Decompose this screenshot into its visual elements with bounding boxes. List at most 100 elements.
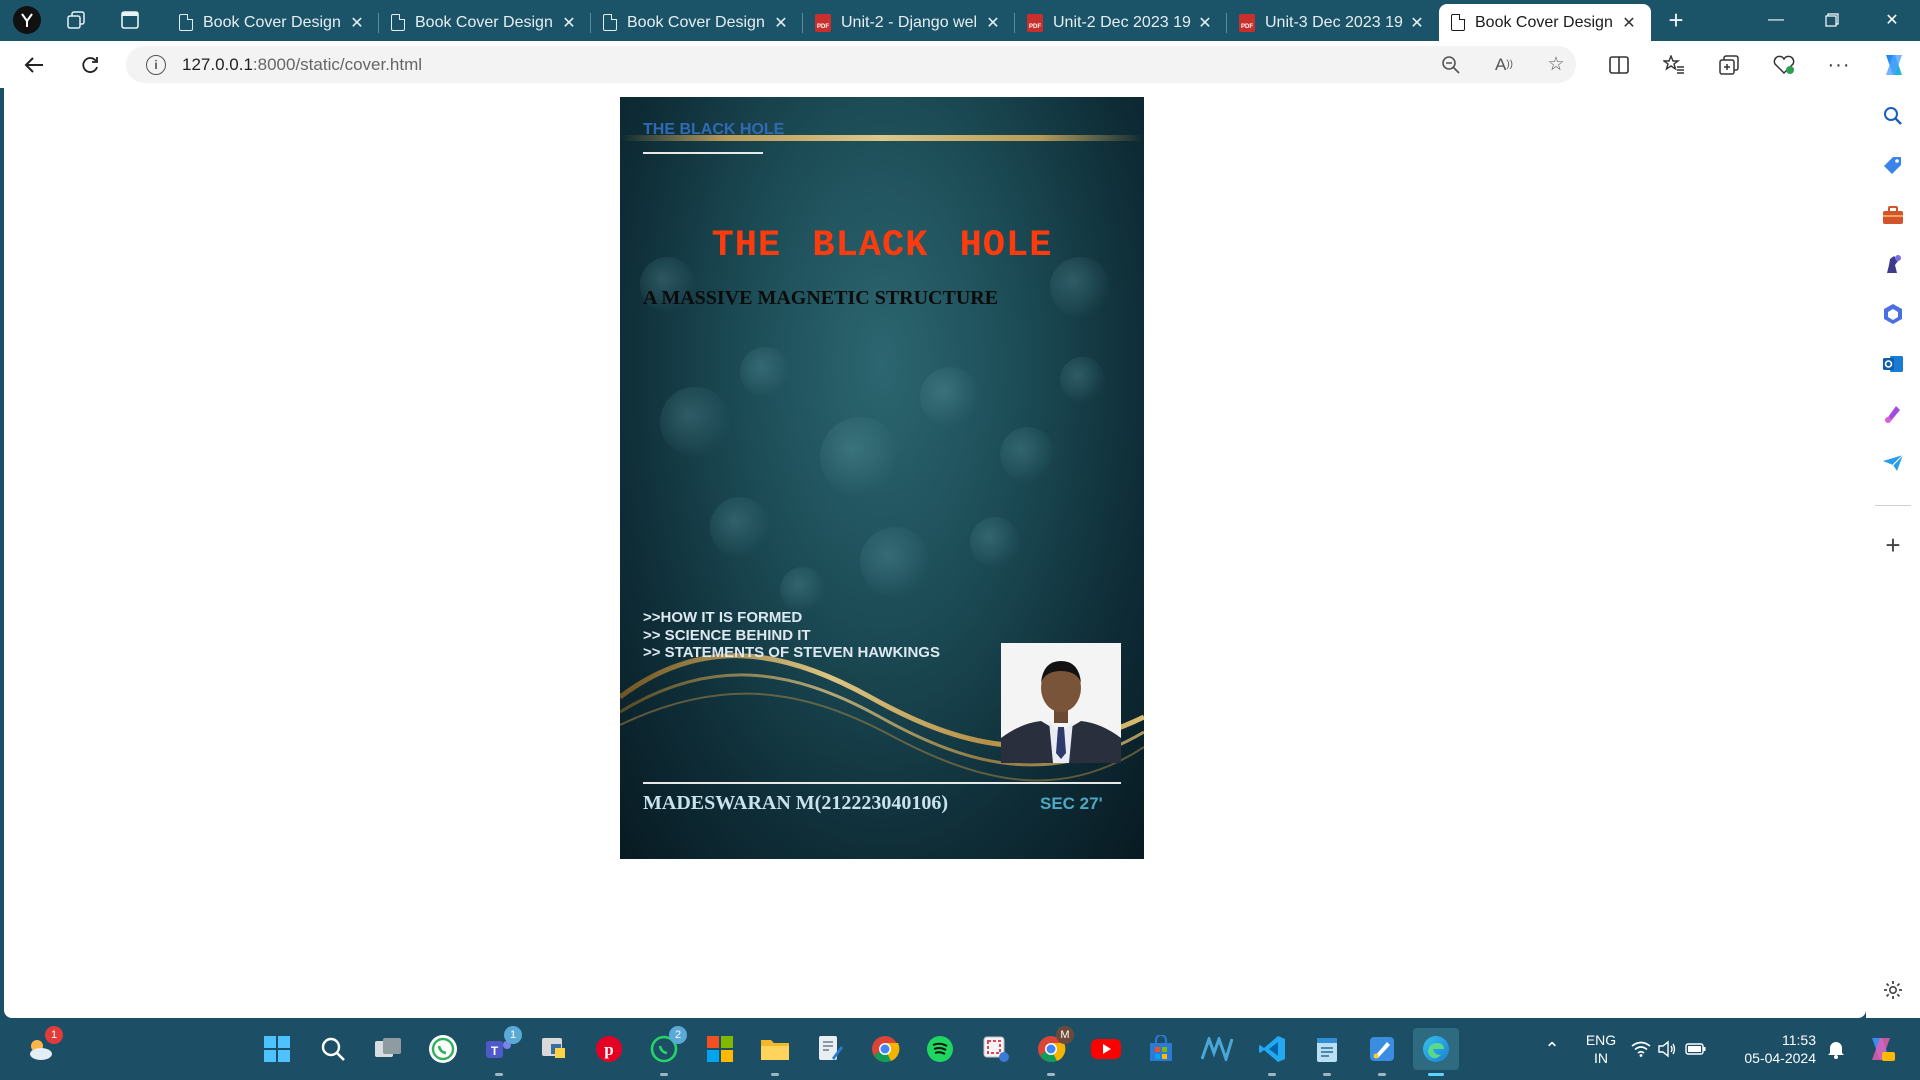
volume-icon[interactable]	[1654, 1030, 1680, 1068]
tab-book-cover-3[interactable]: Book Cover Design ✕	[591, 4, 803, 41]
svg-text:p: p	[604, 1040, 613, 1059]
office-apps-icon[interactable]	[701, 1030, 739, 1068]
close-window-button[interactable]: ✕	[1864, 0, 1920, 40]
copilot-icon[interactable]	[1876, 47, 1912, 83]
cover-subtitle: A MASSIVE MAGNETIC STRUCTURE	[643, 287, 999, 309]
wifi-icon[interactable]	[1628, 1030, 1654, 1068]
pinterest-icon[interactable]: p	[590, 1030, 628, 1068]
notepad-editor-icon[interactable]	[811, 1030, 849, 1068]
tab-actions-icon[interactable]	[112, 4, 148, 36]
language-indicator[interactable]: ENG IN	[1578, 1031, 1624, 1067]
cover-title: THE BLACK HOLE	[711, 225, 1053, 267]
url-text[interactable]: 127.0.0.1:8000/static/cover.html	[182, 55, 422, 75]
refresh-icon[interactable]	[72, 47, 108, 83]
python-idle-icon[interactable]	[535, 1030, 573, 1068]
paint-icon[interactable]	[1363, 1030, 1401, 1076]
address-bar[interactable]: i 127.0.0.1:8000/static/cover.html A)) ☆	[126, 46, 1576, 83]
vscode-icon[interactable]	[1253, 1030, 1291, 1076]
browser-essentials-icon[interactable]	[1766, 47, 1802, 83]
favorites-icon[interactable]	[1656, 47, 1692, 83]
notification-bell-icon[interactable]	[1823, 1030, 1849, 1068]
notification-badge: 1	[45, 1026, 63, 1044]
microsoft-365-icon[interactable]	[1879, 300, 1907, 328]
notepad-icon[interactable]	[1308, 1030, 1346, 1076]
close-icon[interactable]: ✕	[983, 13, 1003, 33]
point-item: >>HOW IT IS FORMED	[643, 609, 803, 626]
tab-unit2-dec[interactable]: PDF Unit-2 Dec 2023 19 ✕	[1015, 4, 1227, 41]
add-icon[interactable]: +	[1879, 530, 1907, 560]
spotify-icon[interactable]	[921, 1030, 959, 1068]
snipping-tool-icon[interactable]	[977, 1030, 1015, 1068]
designer-icon[interactable]	[1879, 399, 1907, 427]
chrome-icon[interactable]	[866, 1030, 904, 1068]
close-icon[interactable]: ✕	[559, 13, 579, 33]
close-icon[interactable]: ✕	[771, 13, 791, 33]
close-icon[interactable]: ✕	[347, 13, 367, 33]
clock[interactable]: 11:53 05-04-2024	[1732, 1031, 1816, 1067]
more-options-icon[interactable]: ···	[1821, 47, 1857, 83]
minimize-button[interactable]: —	[1748, 0, 1804, 40]
teams-icon[interactable]: T 1	[480, 1026, 522, 1076]
youtube-icon[interactable]	[1087, 1030, 1125, 1068]
split-screen-icon[interactable]	[1601, 47, 1637, 83]
pdf-icon: PDF	[815, 13, 831, 32]
page-icon	[603, 14, 617, 31]
tab-book-cover-active[interactable]: Book Cover Design ✕	[1439, 4, 1651, 41]
back-arrow-icon[interactable]	[16, 47, 52, 83]
tab-title: Unit-2 Dec 2023 19	[1053, 13, 1191, 31]
tools-icon[interactable]	[1879, 201, 1907, 229]
microsoft-store-icon[interactable]	[1142, 1030, 1180, 1068]
outlook-icon[interactable]	[1879, 350, 1907, 378]
zoom-out-icon[interactable]	[1433, 46, 1469, 83]
close-icon[interactable]: ✕	[1619, 13, 1639, 33]
new-tab-icon[interactable]: +	[1658, 4, 1694, 36]
tab-book-cover-2[interactable]: Book Cover Design ✕	[379, 4, 591, 41]
mathworks-icon[interactable]	[1198, 1030, 1236, 1068]
tab-strip: Book Cover Design ✕ Book Cover Design ✕ …	[0, 0, 1920, 41]
show-hidden-icons-chevron-icon[interactable]: ⌃	[1533, 1030, 1571, 1068]
settings-gear-icon[interactable]	[1879, 976, 1907, 1004]
divider	[643, 152, 763, 154]
tab-title: Book Cover Design	[1475, 13, 1613, 31]
tab-title: Book Cover Design	[627, 13, 765, 31]
battery-icon[interactable]	[1682, 1030, 1710, 1068]
task-view-icon[interactable]	[369, 1030, 407, 1068]
file-explorer-icon[interactable]	[756, 1030, 794, 1076]
tab-title: Book Cover Design	[415, 13, 553, 31]
favorite-star-icon[interactable]: ☆	[1538, 46, 1574, 83]
tab-book-cover-1[interactable]: Book Cover Design ✕	[167, 4, 379, 41]
close-icon[interactable]: ✕	[1407, 13, 1427, 33]
tab-title: Unit-3 Dec 2023 19	[1265, 13, 1403, 31]
weather-icon[interactable]: 1	[21, 1026, 63, 1068]
search-icon[interactable]	[314, 1030, 352, 1068]
games-icon[interactable]	[1879, 250, 1907, 278]
divider	[643, 782, 1121, 784]
shopping-tag-icon[interactable]	[1879, 151, 1907, 179]
collections-icon[interactable]	[1711, 47, 1747, 83]
start-windows-icon[interactable]	[258, 1030, 296, 1068]
whatsapp-icon[interactable]	[424, 1030, 462, 1068]
tab-unit3-dec[interactable]: PDF Unit-3 Dec 2023 19 ✕	[1227, 4, 1439, 41]
copilot-taskbar-icon[interactable]	[1862, 1030, 1900, 1068]
chrome-profile-icon[interactable]: M	[1032, 1026, 1074, 1076]
page-icon	[391, 14, 405, 31]
search-icon[interactable]	[1879, 102, 1907, 130]
workspaces-icon[interactable]	[58, 4, 94, 36]
page-icon	[179, 14, 193, 31]
site-info-icon[interactable]: i	[146, 54, 166, 75]
divider	[1875, 505, 1911, 506]
cover-points: >>HOW IT IS FORMED >> SCIENCE BEHIND IT …	[643, 609, 940, 662]
read-aloud-icon[interactable]: A))	[1486, 46, 1522, 83]
whatsapp-business-icon[interactable]: 2	[645, 1026, 687, 1076]
author-photo	[1001, 643, 1121, 763]
close-icon[interactable]: ✕	[1195, 13, 1215, 33]
tab-unit2-django[interactable]: PDF Unit-2 - Django wel ✕	[803, 4, 1015, 41]
navigation-toolbar: i 127.0.0.1:8000/static/cover.html A)) ☆…	[0, 41, 1920, 88]
restore-button[interactable]	[1804, 0, 1860, 40]
edge-browser-icon[interactable]	[1413, 1028, 1459, 1076]
book-cover: THE BLACK HOLE THE BLACK HOLE A MASSIVE …	[620, 97, 1144, 859]
profile-avatar-icon[interactable]	[9, 4, 45, 36]
notification-badge: 2	[669, 1026, 687, 1044]
send-icon[interactable]	[1879, 449, 1907, 477]
pdf-icon: PDF	[1239, 13, 1255, 32]
